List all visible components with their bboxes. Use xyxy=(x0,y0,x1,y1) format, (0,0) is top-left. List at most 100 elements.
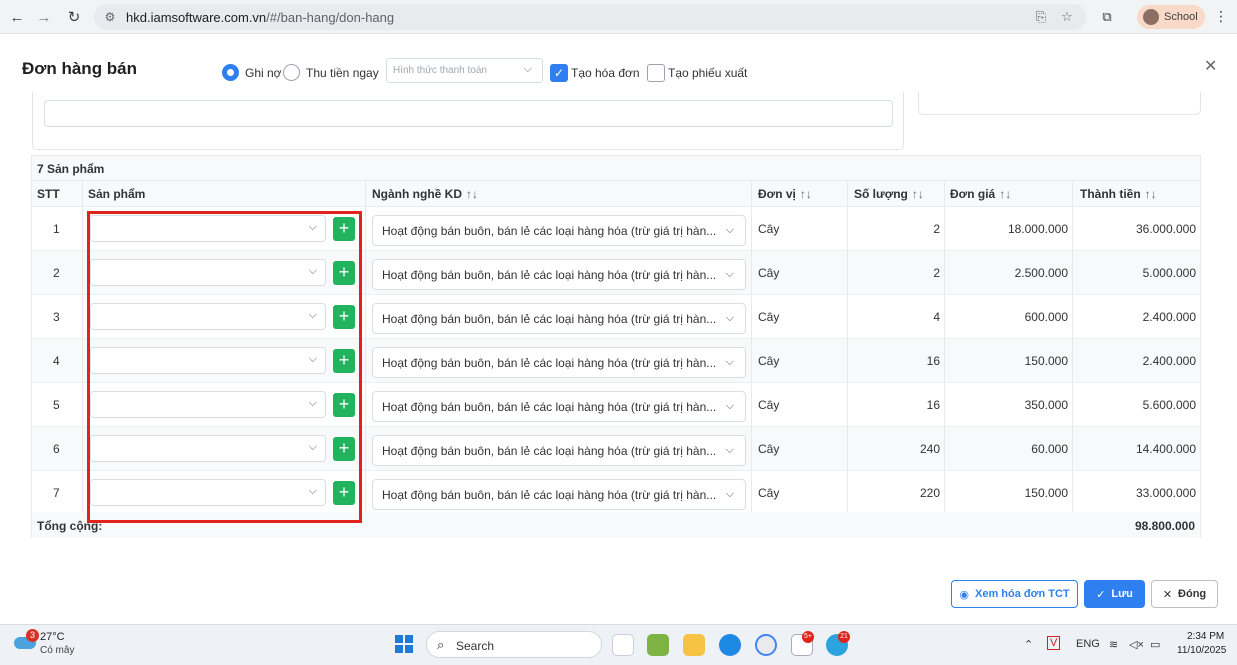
radio-ghi-no-label: Ghi nợ xyxy=(245,66,282,80)
row-qty: 2 xyxy=(933,266,940,280)
col-unit[interactable]: Đơn vị ↑↓ xyxy=(758,187,812,201)
row-unit: Cây xyxy=(758,486,780,500)
col-business[interactable]: Ngành nghề KD ↑↓ xyxy=(372,187,478,201)
profile-label: School xyxy=(1164,11,1198,23)
create-export-label: Tạo phiếu xuất xyxy=(668,66,748,80)
checkbox-create-export[interactable] xyxy=(647,64,665,82)
row-qty: 2 xyxy=(933,222,940,236)
chevron-down-icon: ⌵ xyxy=(725,400,734,412)
sort-icon: ↑↓ xyxy=(999,187,1012,201)
business-line-select[interactable]: Hoạt động bán buôn, bán lẻ các loại hàng… xyxy=(372,259,746,290)
app-icon[interactable] xyxy=(647,634,669,656)
payment-method-placeholder: Hình thức thanh toán xyxy=(393,65,487,76)
col-amount[interactable]: Thành tiền ↑↓ xyxy=(1080,187,1157,201)
row-unit: Cây xyxy=(758,266,780,280)
language-indicator[interactable]: ENG xyxy=(1076,638,1100,650)
col-price[interactable]: Đơn giá ↑↓ xyxy=(950,187,1011,201)
business-line-value: Hoạt động bán buôn, bán lẻ các loại hàng… xyxy=(382,312,717,326)
radio-thu-tien-ngay[interactable] xyxy=(283,64,300,81)
business-line-value: Hoạt động bán buôn, bán lẻ các loại hàng… xyxy=(382,268,717,282)
row-amount: 33.000.000 xyxy=(1135,486,1196,500)
table-caption: 7 Sản phẩm xyxy=(32,156,1200,181)
view-tct-invoice-button[interactable]: ◉ Xem hóa đơn TCT xyxy=(951,580,1078,608)
row-price: 18.000.000 xyxy=(1007,222,1068,236)
row-price: 60.000 xyxy=(1031,442,1068,456)
row-qty: 240 xyxy=(919,442,940,456)
col-qty[interactable]: Số lượng ↑↓ xyxy=(854,187,924,201)
file-explorer-icon[interactable] xyxy=(683,634,705,656)
business-line-value: Hoạt động bán buôn, bán lẻ các loại hàng… xyxy=(382,400,717,414)
weather-condition: Có mây xyxy=(40,645,75,656)
row-unit: Cây xyxy=(758,354,780,368)
volume-icon[interactable]: ◁× xyxy=(1129,638,1144,651)
row-price: 150.000 xyxy=(1024,486,1068,500)
checkbox-create-invoice[interactable]: ✓ xyxy=(550,64,568,82)
reload-icon[interactable]: ↻ xyxy=(63,6,85,28)
taskbar-search[interactable]: ⌕ Search xyxy=(426,631,602,658)
weather-icon[interactable]: 3 xyxy=(14,629,39,649)
business-line-select[interactable]: Hoạt động bán buôn, bán lẻ các loại hàng… xyxy=(372,215,746,246)
business-line-value: Hoạt động bán buôn, bán lẻ các loại hàng… xyxy=(382,224,717,238)
eye-icon: ◉ xyxy=(959,588,969,601)
search-icon: ⌕ xyxy=(437,637,445,652)
sort-icon: ↑↓ xyxy=(799,187,812,201)
row-qty: 220 xyxy=(919,486,940,500)
chevron-down-icon: ⌵ xyxy=(725,224,734,236)
row-qty: 16 xyxy=(926,398,940,412)
sort-icon: ↑↓ xyxy=(911,187,924,201)
notes-input[interactable] xyxy=(44,100,893,127)
sort-icon: ↑↓ xyxy=(1144,187,1157,201)
modal-title: Đơn hàng bán xyxy=(22,59,138,78)
col-divider xyxy=(944,181,945,513)
row-stt: 6 xyxy=(53,442,60,456)
radio-thu-tien-ngay-label: Thu tiền ngay xyxy=(306,66,379,80)
antivirus-tray-icon[interactable]: V xyxy=(1047,636,1061,650)
chevron-down-icon: ⌵ xyxy=(725,488,734,500)
business-line-select[interactable]: Hoạt động bán buôn, bán lẻ các loại hàng… xyxy=(372,479,746,510)
forward-arrow-icon[interactable]: → xyxy=(33,6,55,28)
puzzle-icon[interactable]: ⧉ xyxy=(1098,8,1116,26)
col-divider xyxy=(82,181,83,513)
row-amount: 2.400.000 xyxy=(1142,310,1196,324)
row-price: 600.000 xyxy=(1024,310,1068,324)
battery-icon[interactable]: ▭ xyxy=(1150,638,1160,651)
clock-time: 2:34 PM xyxy=(1187,631,1225,642)
chrome-icon[interactable] xyxy=(755,634,777,656)
star-icon[interactable]: ☆ xyxy=(1058,9,1076,25)
install-app-icon[interactable]: ⎘ xyxy=(1032,9,1050,25)
col-divider xyxy=(751,181,752,513)
business-line-select[interactable]: Hoạt động bán buôn, bán lẻ các loại hàng… xyxy=(372,303,746,334)
row-stt: 3 xyxy=(53,310,60,324)
row-price: 2.500.000 xyxy=(1014,266,1068,280)
payment-method-select[interactable]: Hình thức thanh toán ⌵ xyxy=(386,58,543,83)
windows-taskbar: 3 27°C Có mây ⌕ Search 5+ 21 ⌃ V ENG ≋ ◁… xyxy=(0,624,1237,665)
row-stt: 5 xyxy=(53,398,60,412)
address-bar[interactable]: ⚙ hkd.iamsoftware.com.vn/#/ban-hang/don-… xyxy=(94,4,1086,30)
profile-button[interactable]: School xyxy=(1137,5,1205,29)
back-arrow-icon[interactable]: ← xyxy=(6,6,28,28)
kaspersky-icon[interactable] xyxy=(612,634,634,656)
radio-ghi-no[interactable] xyxy=(222,64,239,81)
business-line-select[interactable]: Hoạt động bán buôn, bán lẻ các loại hàng… xyxy=(372,435,746,466)
weather-temperature: 27°C xyxy=(40,631,65,643)
col-divider xyxy=(1072,181,1073,513)
save-button[interactable]: ✓ Lưu xyxy=(1084,580,1145,608)
wifi-icon[interactable]: ≋ xyxy=(1109,638,1118,651)
close-icon[interactable]: ✕ xyxy=(1204,56,1217,76)
chevron-up-icon[interactable]: ⌃ xyxy=(1024,638,1033,651)
sort-icon: ↑↓ xyxy=(466,187,478,201)
total-value: 98.800.000 xyxy=(1134,519,1195,533)
business-line-select[interactable]: Hoạt động bán buôn, bán lẻ các loại hàng… xyxy=(372,347,746,378)
more-vert-icon[interactable]: ⋮ xyxy=(1214,8,1228,25)
table-header: STT Sản phẩm Ngành nghề KD ↑↓ Đơn vị ↑↓ Số… xyxy=(32,181,1200,207)
edge-icon[interactable] xyxy=(719,634,741,656)
row-stt: 4 xyxy=(53,354,60,368)
zalo-badge: 5+ xyxy=(802,631,814,643)
check-icon: ✓ xyxy=(1096,588,1106,601)
site-settings-icon[interactable]: ⚙ xyxy=(102,9,118,25)
telegram-badge: 21 xyxy=(838,631,850,643)
windows-start-icon[interactable] xyxy=(395,635,413,653)
business-line-select[interactable]: Hoạt động bán buôn, bán lẻ các loại hàng… xyxy=(372,391,746,422)
col-product: Sản phẩm xyxy=(88,187,146,201)
close-button[interactable]: ✕ Đóng xyxy=(1151,580,1218,608)
